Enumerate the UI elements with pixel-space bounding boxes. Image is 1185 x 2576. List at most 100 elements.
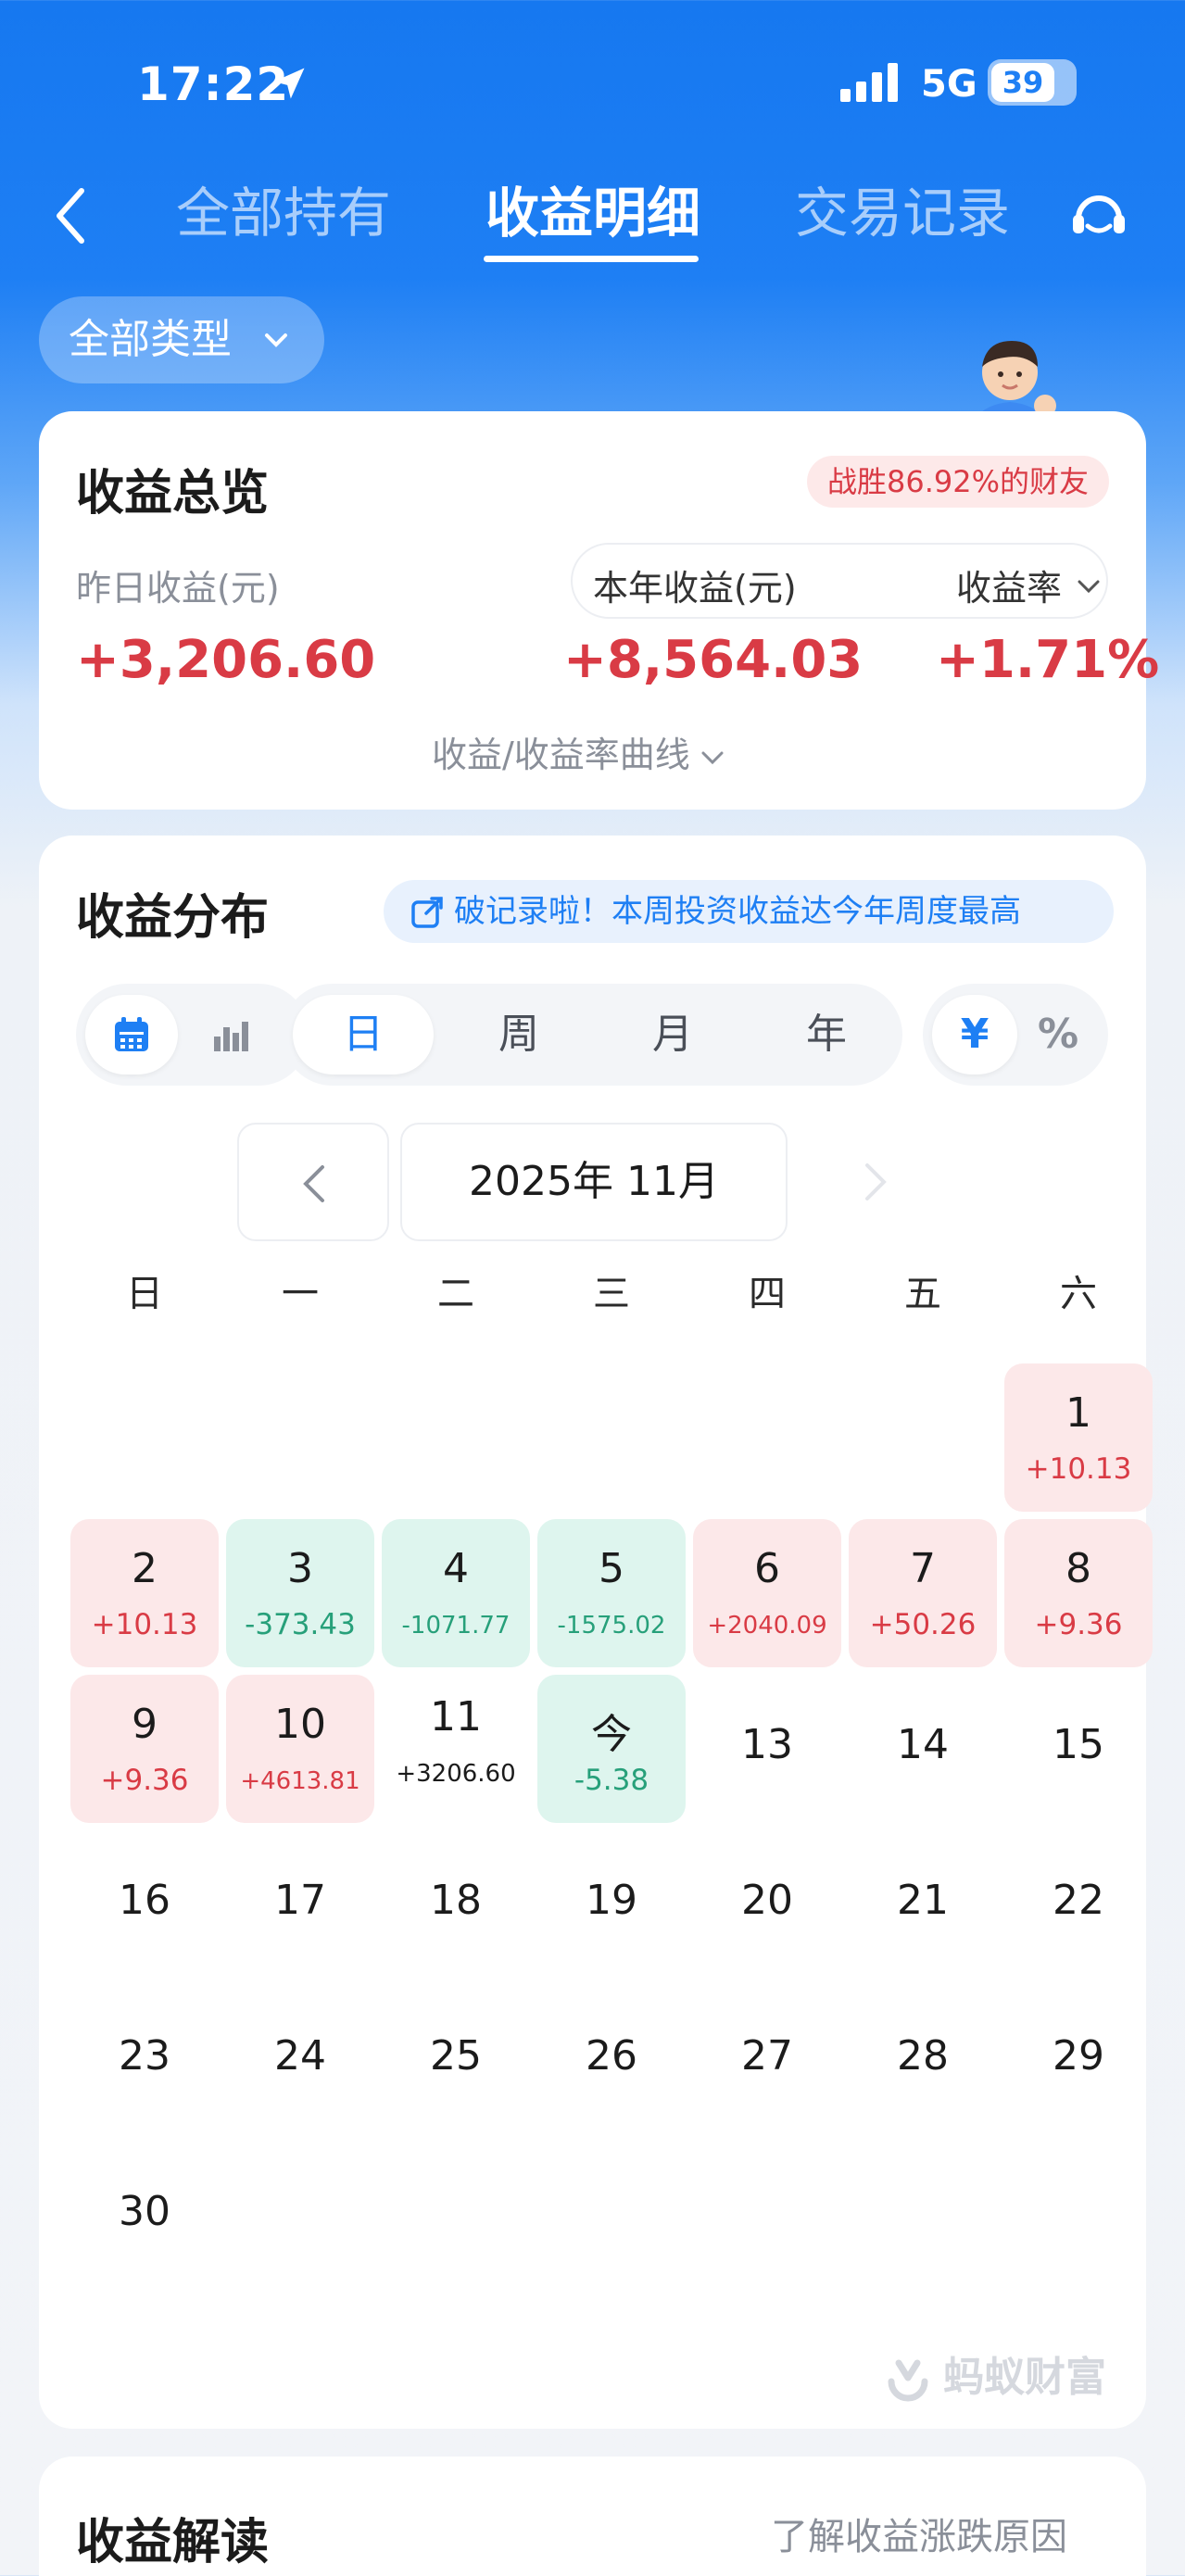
calendar-day-cell[interactable]: 25 — [382, 1986, 530, 2134]
period-month[interactable]: 月 — [602, 984, 743, 1086]
calendar-day-number: 23 — [119, 2032, 170, 2080]
record-badge[interactable]: 破记录啦！本周投资收益达今年周度最高 — [384, 880, 1114, 943]
calendar-day-cell[interactable]: 16 — [70, 1830, 219, 1979]
calendar-day-number: 8 — [1065, 1545, 1091, 1592]
type-filter-label: 全部类型 — [69, 316, 232, 363]
calendar-day-cell[interactable]: 3 -373.43 — [226, 1519, 374, 1667]
battery-level: 39 — [991, 63, 1054, 102]
calendar-day-earnings: -1071.77 — [401, 1612, 511, 1640]
calendar-day-number: 27 — [741, 2032, 793, 2080]
calendar-day-cell[interactable]: 19 — [537, 1830, 686, 1979]
calendar-day-number: 14 — [897, 1721, 949, 1768]
calendar-day-cell[interactable]: 5 -1575.02 — [537, 1519, 686, 1667]
calendar-day-earnings: +9.36 — [1034, 1608, 1123, 1641]
calendar-day-cell[interactable]: 2 +10.13 — [70, 1519, 219, 1667]
calendar-day-cell[interactable]: 17 — [226, 1830, 374, 1979]
active-tab-indicator — [484, 256, 699, 262]
calendar-day-number: 17 — [274, 1877, 326, 1924]
calendar-day-number: 10 — [274, 1701, 326, 1748]
calendar-day-cell[interactable]: 15 — [1004, 1675, 1153, 1823]
calendar-day-cell[interactable]: 14 — [849, 1675, 997, 1823]
unit-yuan[interactable]: ¥ — [932, 984, 1017, 1086]
weekday-label: 二 — [437, 1273, 474, 1315]
calendar-day-cell[interactable]: 11 +3206.60 — [382, 1667, 530, 1816]
watermark-text: 蚂蚁财富 — [943, 2354, 1106, 2401]
calendar-day-cell[interactable]: 26 — [537, 1986, 686, 2134]
calendar-day-earnings: +2040.09 — [707, 1612, 827, 1640]
calendar-day-number: 今 — [591, 1711, 632, 1758]
calendar-day-cell[interactable]: 27 — [693, 1986, 841, 2134]
back-icon[interactable] — [50, 183, 91, 248]
calendar-day-number: 29 — [1053, 2032, 1104, 2080]
period-toggle: 日 周 月 年 — [282, 984, 902, 1086]
calendar-day-cell[interactable]: 22 — [1004, 1830, 1153, 1979]
external-link-icon — [411, 897, 443, 928]
year-earnings-label: 本年收益(元) — [593, 568, 797, 609]
calendar-day-cell[interactable]: 24 — [226, 1986, 374, 2134]
weekday-label: 日 — [126, 1273, 163, 1315]
calendar-icon[interactable] — [112, 1016, 151, 1053]
calendar-day-cell[interactable]: 今 -5.38 — [537, 1675, 686, 1823]
calendar-day-cell[interactable]: 29 — [1004, 1986, 1153, 2134]
calendar-day-number: 7 — [910, 1545, 936, 1592]
calendar-day-cell[interactable]: 13 — [693, 1675, 841, 1823]
calendar-day-cell[interactable]: 1 +10.13 — [1004, 1363, 1153, 1512]
calendar-day-cell[interactable]: 4 -1071.77 — [382, 1519, 530, 1667]
record-badge-text: 破记录啦！本周投资收益达今年周度最高 — [454, 893, 1021, 930]
current-month[interactable]: 2025年 11月 — [400, 1123, 788, 1241]
prev-month-button[interactable] — [237, 1123, 389, 1241]
calendar-day-cell[interactable]: 10 +4613.81 — [226, 1675, 374, 1823]
calendar-day-earnings: -373.43 — [245, 1608, 356, 1641]
overview-title: 收益总览 — [76, 466, 270, 521]
calendar-day-cell[interactable]: 30 — [70, 2142, 219, 2290]
status-bar: 17:22 5G 39 — [0, 54, 1185, 119]
calendar-day-cell[interactable]: 6 +2040.09 — [693, 1519, 841, 1667]
type-filter-button[interactable]: 全部类型 — [39, 296, 324, 383]
calendar-day-number: 6 — [754, 1545, 780, 1592]
next-month-button[interactable] — [799, 1123, 951, 1241]
period-year[interactable]: 年 — [756, 984, 897, 1086]
unit-toggle: ¥ % — [923, 984, 1108, 1086]
bar-chart-icon[interactable] — [210, 1016, 249, 1053]
tab-all-holdings[interactable]: 全部持有 — [176, 176, 391, 250]
curve-toggle[interactable]: 收益/收益率曲线 — [432, 726, 725, 777]
view-toggle — [76, 984, 309, 1086]
beat-ratio-badge: 战胜86.92%的财友 — [806, 456, 1109, 508]
calendar-day-number: 1 — [1065, 1389, 1091, 1437]
tab-transactions[interactable]: 交易记录 — [795, 176, 1010, 250]
location-arrow-icon — [273, 68, 305, 99]
calendar-day-cell[interactable]: 8 +9.36 — [1004, 1519, 1153, 1667]
distribution-card: 收益分布 破记录啦！本周投资收益达今年周度最高 日 周 月 年 ¥ % 2025… — [39, 836, 1153, 2429]
period-week[interactable]: 周 — [448, 984, 589, 1086]
calendar-day-number: 2 — [132, 1545, 158, 1592]
calendar-day-cell[interactable]: 18 — [382, 1830, 530, 1979]
calendar-day-number: 24 — [274, 2032, 326, 2080]
calendar-day-earnings: +50.26 — [869, 1608, 977, 1641]
curve-toggle-label: 收益/收益率曲线 — [432, 735, 690, 775]
distribution-title: 收益分布 — [76, 890, 270, 946]
chevron-down-icon[interactable] — [1075, 574, 1103, 598]
calendar-day-cell[interactable]: 20 — [693, 1830, 841, 1979]
unit-percent[interactable]: % — [1015, 984, 1101, 1086]
battery-icon: 39 — [988, 59, 1077, 106]
explain-link[interactable]: 了解收益涨跌原因 — [771, 2507, 1067, 2560]
network-type: 5G — [921, 63, 977, 106]
return-rate-value: +1.71% — [936, 630, 1160, 690]
tab-earnings-detail[interactable]: 收益明细 — [485, 176, 700, 250]
calendar-day-number: 16 — [119, 1877, 170, 1924]
weekday-label: 四 — [749, 1273, 786, 1315]
calendar-day-cell[interactable]: 28 — [849, 1986, 997, 2134]
return-rate-dropdown-label[interactable]: 收益率 — [956, 559, 1062, 610]
calendar-day-number: 3 — [287, 1545, 313, 1592]
calendar-day-cell[interactable]: 23 — [70, 1986, 219, 2134]
calendar-day-cell[interactable]: 21 — [849, 1830, 997, 1979]
weekday-label: 一 — [282, 1273, 319, 1315]
calendar-day-cell[interactable]: 9 +9.36 — [70, 1675, 219, 1823]
customer-service-icon[interactable] — [1067, 183, 1130, 246]
status-time: 17:22 — [137, 57, 290, 111]
period-day[interactable]: 日 — [293, 984, 434, 1086]
calendar-day-cell[interactable]: 7 +50.26 — [849, 1519, 997, 1667]
weekday-label: 六 — [1060, 1273, 1097, 1315]
calendar-day-number: 13 — [741, 1721, 793, 1768]
calendar-day-number: 18 — [430, 1877, 482, 1924]
